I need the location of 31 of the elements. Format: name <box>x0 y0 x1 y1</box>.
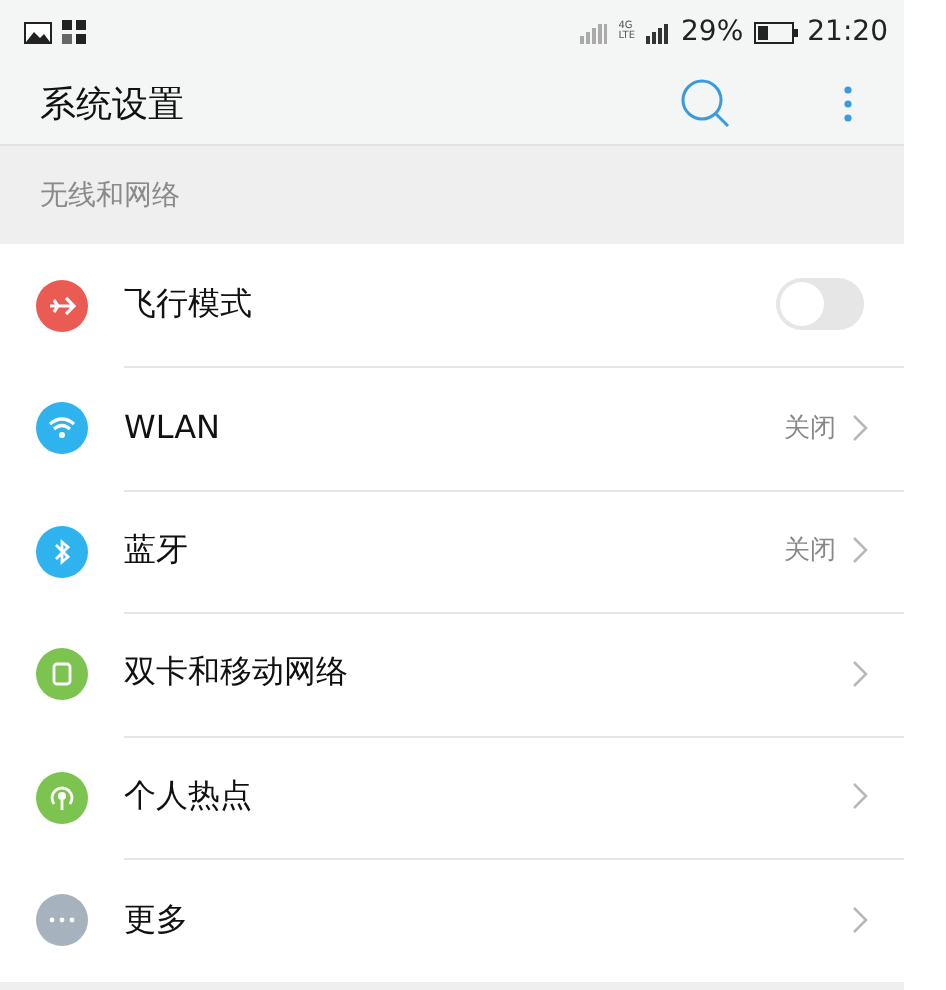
grid-icon <box>62 20 86 44</box>
toggle-switch[interactable] <box>776 278 864 331</box>
settings-item[interactable]: 双卡和移动网络 <box>0 613 904 736</box>
battery-percent: 29% <box>681 16 744 48</box>
signal-icon <box>580 21 609 43</box>
screen-title: 系统设置 <box>40 82 186 128</box>
menu-icon[interactable] <box>844 86 852 122</box>
signal-icon <box>645 21 672 43</box>
item-label: 飞行模式 <box>124 283 254 326</box>
settings-item[interactable]: 飞行模式 <box>0 244 904 367</box>
chevron-icon <box>852 536 868 565</box>
settings-item[interactable]: 个人热点 <box>0 736 904 859</box>
item-label: 更多 <box>124 899 190 942</box>
settings-item[interactable]: WLAN 关闭 <box>0 367 904 490</box>
chevron-icon <box>852 782 868 811</box>
item-status: 关闭 <box>784 411 836 446</box>
chevron-icon <box>852 413 868 442</box>
image-icon <box>24 21 52 43</box>
item-label: 双卡和移动网络 <box>124 652 350 695</box>
chevron-icon <box>852 659 868 688</box>
clock: 21:20 <box>807 16 888 48</box>
settings-item[interactable]: 更多 <box>0 859 904 982</box>
settings-item[interactable]: 蓝牙 关闭 <box>0 490 904 613</box>
section-header: 无线和网络 <box>40 177 180 213</box>
search-icon[interactable] <box>680 78 732 130</box>
item-status: 关闭 <box>784 534 836 569</box>
battery-icon <box>753 21 798 43</box>
item-label: WLAN <box>124 408 223 447</box>
chevron-icon <box>852 906 868 935</box>
item-label: 个人热点 <box>124 775 254 818</box>
item-label: 蓝牙 <box>124 529 190 572</box>
